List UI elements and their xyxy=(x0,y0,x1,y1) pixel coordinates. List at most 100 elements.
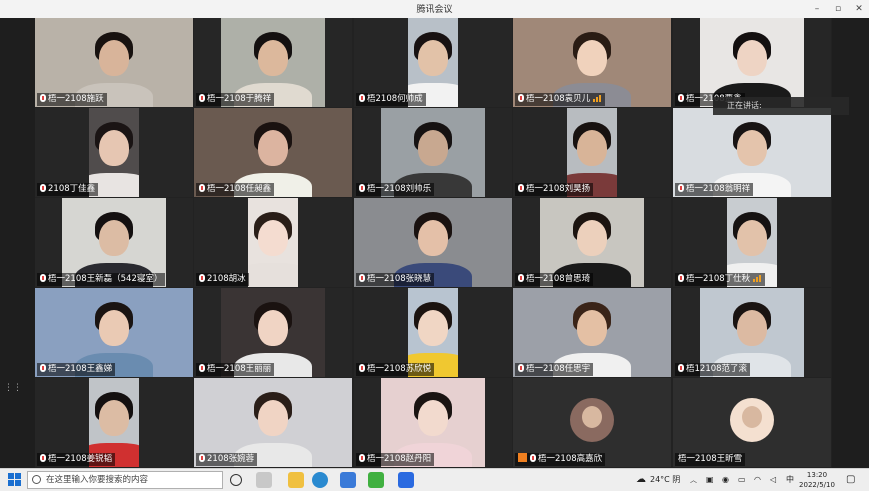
participant-tile[interactable]: 梧一2108任昶鑫 xyxy=(194,108,352,197)
participant-tile[interactable]: 梧12108范了滚 xyxy=(673,288,831,377)
participant-avatar xyxy=(730,398,774,442)
participant-tile[interactable]: 2108丁佳鑫 xyxy=(35,108,193,197)
windows-start-icon[interactable] xyxy=(8,473,22,487)
side-menu-icon[interactable]: ⋮⋮ xyxy=(4,383,22,393)
participant-tile[interactable]: 2108胡冰 xyxy=(194,198,352,287)
participant-nameplate: 梧一2108于腾祥 xyxy=(196,93,275,106)
taskbar-search-box[interactable]: 在这里输入你要搜索的内容 xyxy=(27,471,223,489)
participant-tile[interactable]: 梧一2108刘昊扬 xyxy=(513,108,671,197)
mic-muted-icon xyxy=(40,364,46,372)
tray-app2-icon[interactable]: ◉ xyxy=(722,469,729,491)
ime-indicator[interactable]: 中 xyxy=(786,469,794,491)
participant-nameplate: 梧一2108姜锐韬 xyxy=(37,453,116,466)
weather-text[interactable]: 24°C 阴 xyxy=(650,469,680,491)
participant-name: 梧一2108丁仕秋 xyxy=(686,274,751,284)
tray-app-icon[interactable]: ▣ xyxy=(706,469,714,491)
mic-muted-icon xyxy=(199,364,205,372)
participant-nameplate: 梧一2108施跃 xyxy=(37,93,107,106)
widgets-icon[interactable] xyxy=(256,472,272,488)
mic-muted-icon xyxy=(518,94,524,102)
wechat-icon[interactable] xyxy=(368,472,384,488)
participant-tile[interactable]: 梧一2108丁仕秋 xyxy=(673,198,831,287)
participant-tile[interactable]: 梧一2108曾思琦 xyxy=(513,198,671,287)
participant-nameplate: 梧一2108苏欣悦 xyxy=(356,363,435,376)
battery-icon[interactable]: ▭ xyxy=(738,469,746,491)
mic-muted-icon xyxy=(199,274,205,282)
signal-strength-icon xyxy=(753,274,762,287)
tencent-meeting-icon[interactable] xyxy=(398,472,414,488)
mic-muted-icon xyxy=(518,364,524,372)
volume-icon[interactable]: ◁ xyxy=(770,469,776,491)
mic-muted-icon xyxy=(678,364,684,372)
participant-nameplate: 梧一2108刘帅乐 xyxy=(356,183,435,196)
participant-tile[interactable]: 梧一2108王新磊（542寝室） xyxy=(35,198,193,287)
maximize-button[interactable]: ▫ xyxy=(829,1,847,17)
weather-cloud-icon: ☁ xyxy=(636,474,646,485)
participant-name: 梧一2108任思宇 xyxy=(526,364,591,374)
mic-muted-icon xyxy=(359,454,365,462)
mail-icon[interactable] xyxy=(340,472,356,488)
participant-name: 梧一2108曾思琦 xyxy=(526,274,591,284)
participant-tile[interactable]: 梧一2108袁贝儿 xyxy=(513,18,671,107)
speaking-label: 正在讲话: xyxy=(727,101,762,110)
participant-tile[interactable]: 梧一2108高嘉欣 xyxy=(513,378,671,467)
participant-name: 梧2108何帅成 xyxy=(367,94,423,104)
participant-name: 2108丁佳鑫 xyxy=(48,184,96,194)
participant-nameplate: 梧一2108赵丹阳 xyxy=(356,453,435,466)
participant-tile[interactable]: 梧一2108贾鑫 xyxy=(673,18,831,107)
mic-muted-icon xyxy=(530,454,536,462)
user-badge-icon xyxy=(518,453,527,462)
participant-tile[interactable]: 梧一2108任思宇 xyxy=(513,288,671,377)
participant-tile[interactable]: 梧一2108姜锐韬 xyxy=(35,378,193,467)
mic-muted-icon xyxy=(678,274,684,282)
participant-name: 梧一2108姜锐韬 xyxy=(48,454,113,464)
task-view-icon[interactable] xyxy=(230,474,242,486)
participant-name: 梧一2108袁贝儿 xyxy=(526,94,591,104)
mic-muted-icon xyxy=(40,274,46,282)
tray-chevron-icon[interactable]: ︿ xyxy=(690,469,697,491)
participant-name: 梧一2108张晓慧 xyxy=(367,274,432,284)
participant-tile[interactable]: 梧一2108王丽丽 xyxy=(194,288,352,377)
participant-name: 梧一2108赵丹阳 xyxy=(367,454,432,464)
mic-muted-icon xyxy=(678,184,684,192)
participant-tile[interactable]: 梧一2108苏欣悦 xyxy=(354,288,512,377)
participant-nameplate: 梧一2108王丽丽 xyxy=(196,363,275,376)
mic-muted-icon xyxy=(40,94,46,102)
participant-name: 梧一2108施跃 xyxy=(48,94,104,104)
mic-muted-icon xyxy=(199,94,205,102)
mic-muted-icon xyxy=(518,184,524,192)
video-grid: 梧一2108施跃梧一2108于腾祥梧2108何帅成梧一2108袁贝儿梧一2108… xyxy=(35,18,832,468)
participant-tile[interactable]: 梧一2108王鑫娣 xyxy=(35,288,193,377)
participant-tile[interactable]: 梧一2108赵丹阳 xyxy=(354,378,512,467)
participant-tile[interactable]: 梧一2108翁明祥 xyxy=(673,108,831,197)
participant-tile[interactable]: 梧2108何帅成 xyxy=(354,18,512,107)
participant-tile[interactable]: 梧一2108王昕雪 xyxy=(673,378,831,467)
participant-nameplate: 梧一2108高嘉欣 xyxy=(515,453,606,466)
participant-nameplate: 2108丁佳鑫 xyxy=(37,183,99,196)
search-icon xyxy=(32,475,41,484)
mic-muted-icon xyxy=(359,94,365,102)
participant-nameplate: 2108张婉蓉 xyxy=(196,453,258,466)
taskbar: 在这里输入你要搜索的内容 ☁ 24°C 阴 ︿ ▣ ◉ ▭ ◠ ◁ 中 13:2… xyxy=(0,468,869,491)
participant-name: 梧一2108于腾祥 xyxy=(207,94,272,104)
edge-browser-icon[interactable] xyxy=(312,472,328,488)
participant-tile[interactable]: 梧一2108施跃 xyxy=(35,18,193,107)
speaking-indicator: 正在讲话: xyxy=(713,97,849,115)
close-button[interactable]: ✕ xyxy=(850,1,868,17)
taskbar-clock[interactable]: 13:20 2022/5/10 xyxy=(796,470,838,490)
wifi-icon[interactable]: ◠ xyxy=(754,469,761,491)
participant-tile[interactable]: 2108张婉蓉 xyxy=(194,378,352,467)
participant-nameplate: 梧一2108任昶鑫 xyxy=(196,183,275,196)
clock-time: 13:20 xyxy=(806,471,828,479)
notification-icon[interactable]: ▢ xyxy=(846,469,855,491)
participant-name: 梧一2108王新磊（542寝室） xyxy=(48,274,163,284)
file-explorer-icon[interactable] xyxy=(288,472,304,488)
mic-muted-icon xyxy=(359,184,365,192)
minimize-button[interactable]: – xyxy=(808,1,826,17)
mic-muted-icon xyxy=(518,274,524,282)
participant-tile[interactable]: 梧一2108于腾祥 xyxy=(194,18,352,107)
participant-video xyxy=(248,198,298,287)
participant-tile[interactable]: 梧一2108刘帅乐 xyxy=(354,108,512,197)
participant-tile[interactable]: 梧一2108张晓慧 xyxy=(354,198,512,287)
mic-muted-icon xyxy=(40,184,46,192)
